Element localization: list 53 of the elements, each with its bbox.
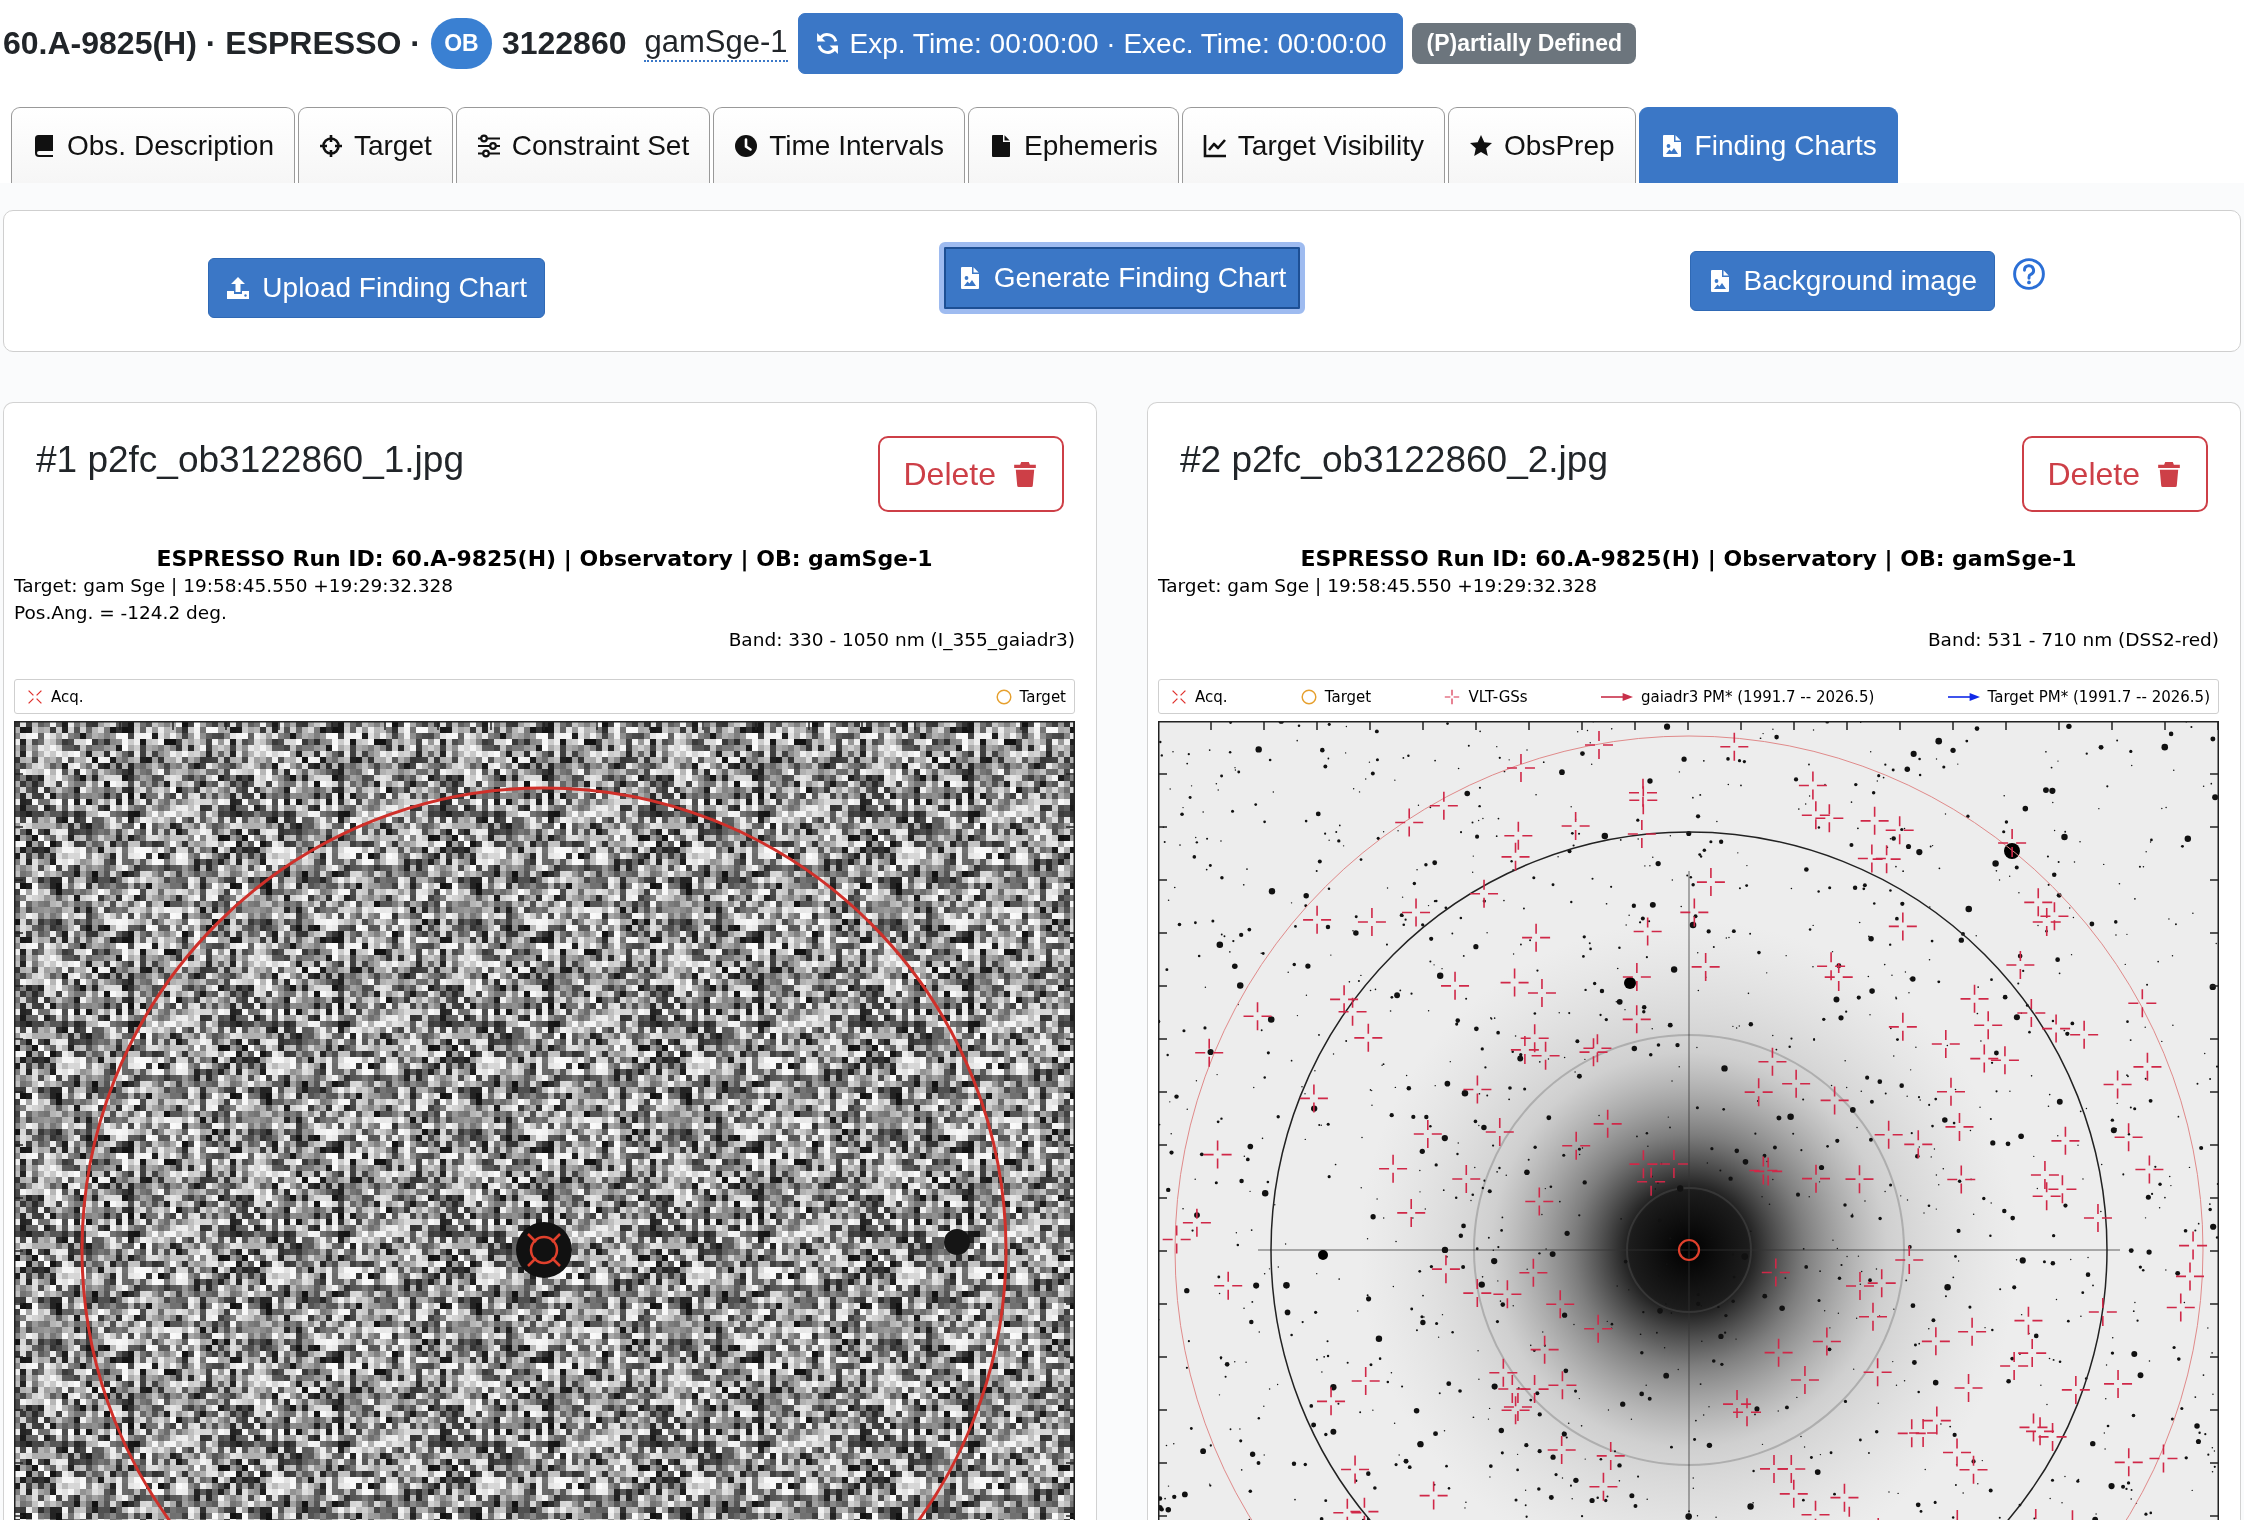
sliders-icon	[476, 133, 501, 158]
time-button[interactable]: Exp. Time: 00:00:00 · Exec. Time: 00:00:00	[797, 13, 1404, 74]
legend-label: Acq.	[1195, 687, 1228, 706]
tab[interactable]: Time Intervals	[713, 107, 965, 183]
legend-label: gaiadr3 PM* (1991.7 -- 2026.5)	[1640, 687, 1875, 706]
tab[interactable]: ObsPrep	[1448, 107, 1636, 183]
file-icon	[989, 133, 1013, 158]
legend-label: Target PM* (1991.7 -- 2026.5)	[1987, 687, 2210, 706]
toolbar-button[interactable]: Background image	[1689, 251, 1996, 311]
status-badge: (P)artially Defined	[1412, 23, 1636, 64]
ob-badge: OB	[430, 18, 492, 69]
book-icon	[32, 133, 56, 158]
legend-label: Acq.	[51, 687, 84, 706]
arrow-icon	[1947, 691, 1980, 702]
tab[interactable]: Target	[297, 107, 453, 183]
chart-title: #1 p2fc_ob3122860_1.jpg	[36, 439, 464, 481]
cross-marker-icon	[1444, 688, 1461, 705]
chart-heading: ESPRESSO Run ID: 60.A-9825(H) | Observatory | OB: gamSge-1	[1299, 545, 2078, 572]
chart-info-line: Pos.Ang. = -124.2 deg.	[14, 601, 228, 625]
x-mark-icon	[1171, 688, 1187, 705]
crosshairs-icon	[318, 133, 343, 158]
toolbar-button[interactable]: Upload Finding Chart	[208, 258, 545, 318]
trash-icon	[1012, 459, 1038, 489]
tab[interactable]: Obs. Description	[11, 107, 295, 183]
trash-icon	[2156, 459, 2182, 489]
circle-marker-icon	[1300, 688, 1317, 705]
ob-id: 3122860	[501, 25, 627, 62]
tab[interactable]: Constraint Set	[455, 107, 711, 183]
run-title: 60.A-9825(H) · ESPRESSO ·	[3, 25, 421, 62]
star-icon	[1469, 133, 1494, 158]
chart-title: #2 p2fc_ob3122860_2.jpg	[1180, 439, 1608, 481]
tab[interactable]: Ephemeris	[968, 107, 1179, 183]
band-label: Band: 330 - 1050 nm (I_355_gaiadr3)	[728, 628, 1075, 653]
tab[interactable]: Target Visibility	[1181, 107, 1446, 183]
delete-button[interactable]: Delete	[2021, 436, 2208, 512]
sync-icon	[814, 31, 840, 56]
chart-info-line: Target: gam Sge | 19:58:45.550 +19:29:32.328	[1158, 574, 1599, 598]
x-mark-icon	[27, 688, 43, 705]
chart-heading: ESPRESSO Run ID: 60.A-9825(H) | Observatory | OB: gamSge-1	[155, 545, 934, 572]
ob-name-link[interactable]: gamSge-1	[644, 25, 788, 62]
tab[interactable]: Finding Charts	[1638, 107, 1898, 183]
chart-info-line: Target: gam Sge | 19:58:45.550 +19:29:32.328	[14, 574, 455, 598]
band-label: Band: 531 - 710 nm (DSS2-red)	[1927, 628, 2219, 652]
legend-label: Target	[1019, 687, 1066, 706]
arrow-icon	[1600, 691, 1633, 702]
delete-button[interactable]: Delete	[877, 436, 1064, 512]
toolbar-button[interactable]: Generate Finding Chart	[938, 242, 1306, 314]
circle-marker-icon	[995, 688, 1012, 705]
upload-icon	[226, 276, 251, 300]
legend-label: Target	[1324, 687, 1372, 706]
line-chart-icon	[1202, 133, 1227, 158]
clock-icon	[734, 133, 759, 158]
legend-label: VLT-GSs	[1468, 687, 1528, 706]
